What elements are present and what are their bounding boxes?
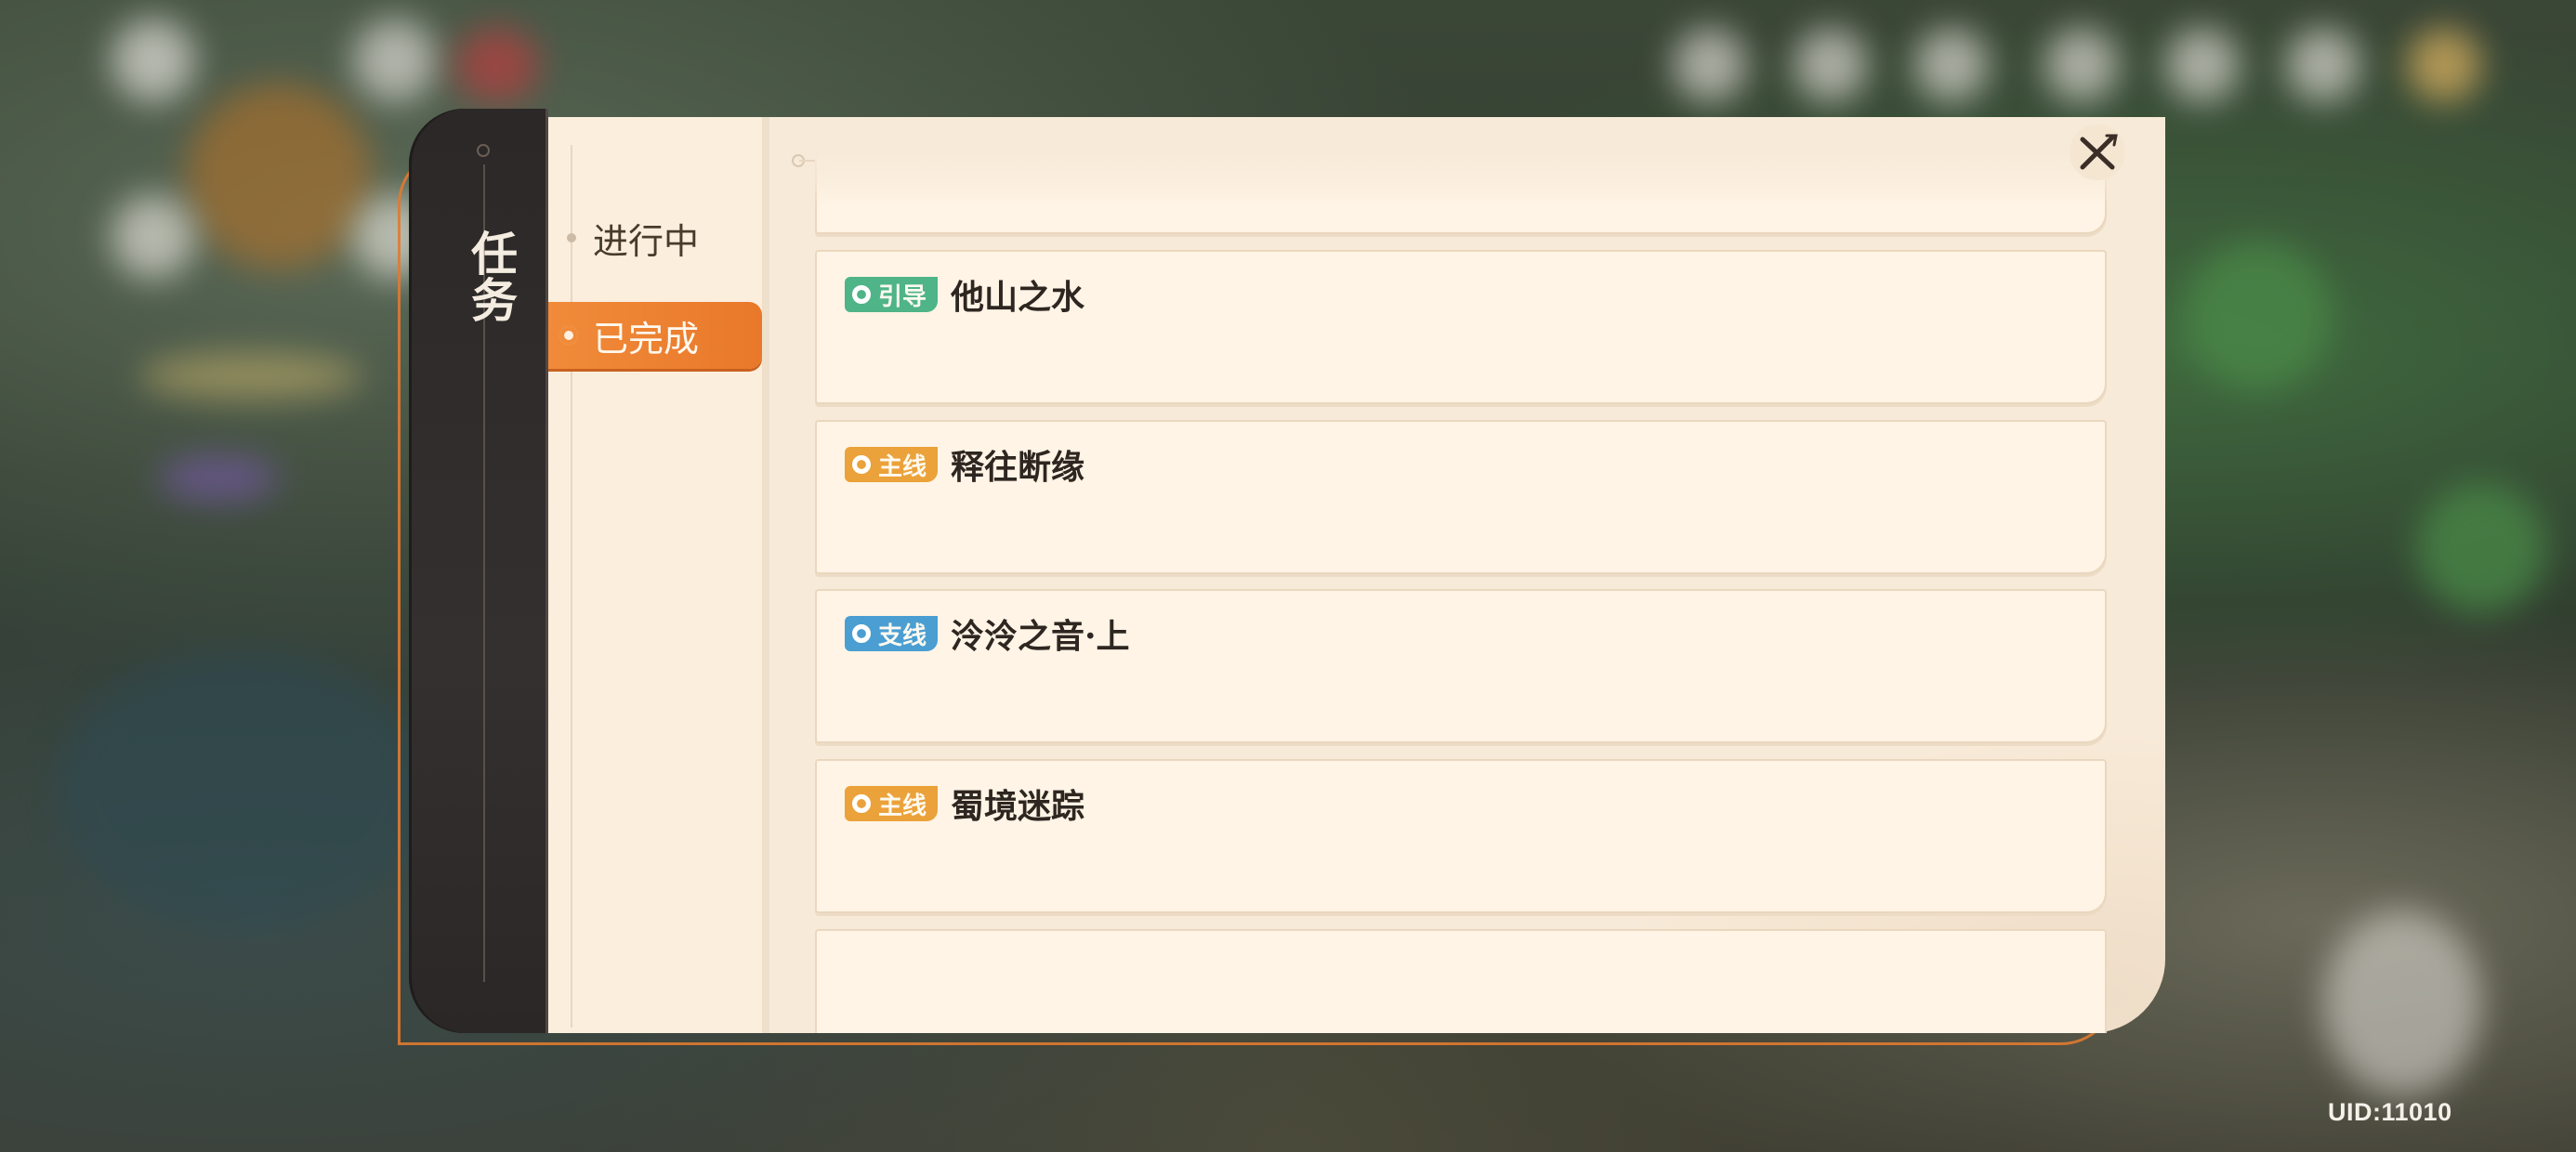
- quest-card[interactable]: 主线 释往断缘: [815, 420, 2107, 574]
- quest-card[interactable]: 支线 泠泠之音·上: [815, 589, 2107, 743]
- list-top-fade: [815, 151, 2107, 206]
- quest-card[interactable]: 引导 他山之水: [815, 250, 2107, 404]
- quest-title: 他山之水: [951, 278, 1085, 317]
- quest-tag-side: 支线: [845, 616, 939, 651]
- quest-title: 泠泠之音·上: [951, 617, 1130, 656]
- quest-modal: 任务 进行中 已完成 主线 残垣: [409, 104, 2165, 1033]
- quest-tag-guide: 引导: [845, 277, 939, 312]
- bar-knob-icon: [477, 144, 490, 157]
- quest-list[interactable]: 主线 残垣 引导 他山之水 主线 释往断缘: [815, 151, 2107, 1033]
- quest-title: 释往断缘: [951, 448, 1085, 487]
- ring-icon: [852, 455, 871, 474]
- close-button[interactable]: [2070, 124, 2125, 180]
- quest-tag-main: 主线: [845, 447, 939, 482]
- close-x-icon: [2080, 134, 2118, 170]
- panel-title: 任务: [464, 229, 519, 322]
- modal-side-bar: 任务: [409, 109, 548, 1033]
- tab-completed-label: 已完成: [593, 318, 700, 360]
- ring-icon: [852, 285, 871, 304]
- tab-in-progress-label: 进行中: [593, 220, 700, 262]
- tab-completed[interactable]: 已完成: [548, 302, 762, 369]
- quest-card[interactable]: [815, 929, 2107, 1033]
- tab-in-progress[interactable]: 进行中: [548, 204, 762, 271]
- user-id-label: UID:11010: [2328, 1098, 2452, 1126]
- tab-dot-icon: [567, 233, 576, 242]
- ring-icon: [852, 794, 871, 813]
- quest-tag-main: 主线: [845, 786, 939, 821]
- quest-nav: 进行中 已完成: [548, 117, 762, 1033]
- ring-icon: [852, 624, 871, 643]
- tab-dot-active-icon: [559, 326, 578, 345]
- quest-card[interactable]: 主线 蜀境迷踪: [815, 759, 2107, 913]
- quest-title: 蜀境迷踪: [951, 787, 1085, 826]
